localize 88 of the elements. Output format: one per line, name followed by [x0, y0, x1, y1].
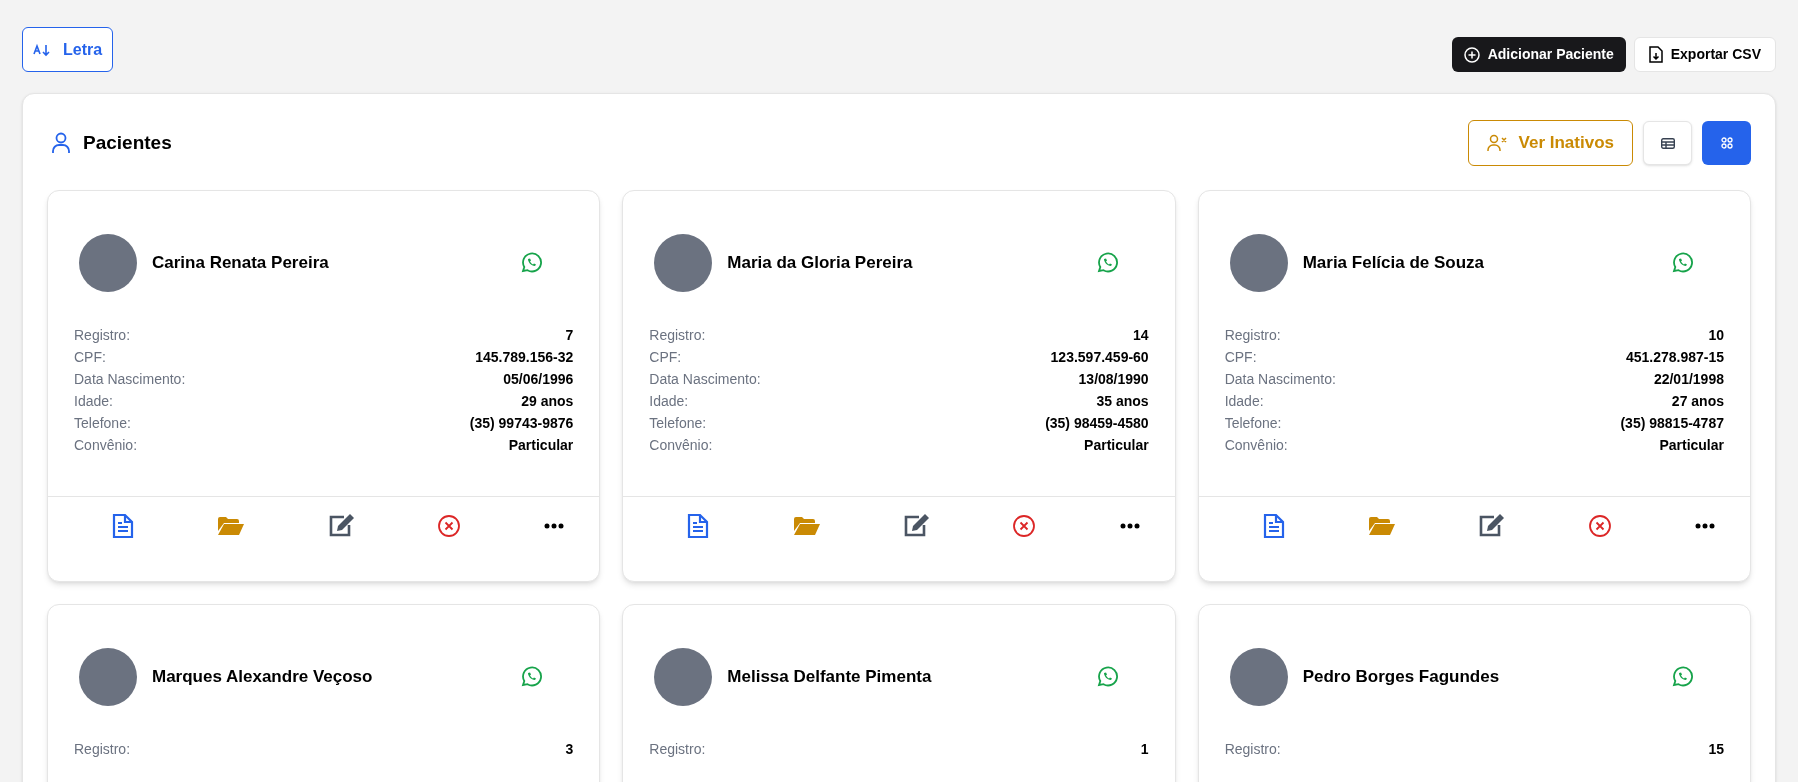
- avatar: [79, 234, 137, 292]
- field-label: Registro:: [1224, 739, 1281, 759]
- field-label: Registro:: [649, 325, 706, 345]
- folder-icon[interactable]: [218, 516, 245, 535]
- field-value: Particular: [1084, 435, 1149, 455]
- field-value: Particular: [508, 435, 574, 455]
- document-icon[interactable]: [1262, 512, 1285, 539]
- sort-button[interactable]: Letra: [22, 27, 114, 72]
- field-label: CPF:: [1224, 347, 1257, 367]
- field-label: CPF:: [74, 347, 106, 367]
- field-value: 7: [565, 325, 574, 345]
- avatar: [654, 648, 713, 706]
- table-icon: [1660, 137, 1675, 149]
- file-download-icon: [1648, 46, 1663, 63]
- export-csv-button[interactable]: Exportar CSV: [1633, 37, 1776, 72]
- field-label: Data Nascimento:: [1224, 369, 1336, 389]
- field-label: Convênio:: [649, 435, 713, 455]
- table-view-button[interactable]: [1643, 121, 1692, 165]
- whatsapp-icon[interactable]: [1095, 666, 1118, 688]
- avatar: [654, 234, 713, 292]
- whatsapp-icon[interactable]: [520, 666, 543, 688]
- field-label: Idade:: [74, 391, 113, 411]
- field-value: 14: [1133, 325, 1149, 345]
- document-icon[interactable]: [112, 512, 134, 539]
- document-icon[interactable]: [687, 512, 710, 539]
- patient-name: Marques Alexandre Veçoso: [152, 666, 374, 689]
- field-value: (35) 98815-4787: [1620, 413, 1724, 433]
- more-icon[interactable]: [544, 522, 565, 529]
- grid-icon: [1720, 137, 1733, 149]
- patient-name: Melissa Delfante Pimenta: [727, 666, 933, 689]
- field-value: 145.789.156-32: [475, 347, 574, 367]
- patient-name: Maria Felícia de Souza: [1302, 252, 1486, 275]
- avatar: [1229, 234, 1288, 292]
- field-value: (35) 98459-4580: [1045, 413, 1149, 433]
- add-patient-button[interactable]: Adicionar Paciente: [1451, 37, 1626, 72]
- field-value: 22/01/1998: [1653, 369, 1724, 389]
- field-value: 123.597.459-60: [1050, 347, 1149, 367]
- more-icon[interactable]: [1694, 522, 1715, 529]
- patient-name: Carina Renata Pereira: [152, 252, 330, 275]
- plus-circle-icon: [1463, 46, 1480, 63]
- sort-icon: [33, 42, 51, 57]
- panel-title: Pacientes: [83, 130, 172, 155]
- whatsapp-icon[interactable]: [520, 252, 543, 274]
- field-label: CPF:: [649, 347, 682, 367]
- field-value: 10: [1708, 325, 1724, 345]
- cancel-icon[interactable]: [1588, 514, 1611, 537]
- folder-icon[interactable]: [793, 516, 820, 535]
- field-label: Telefone:: [1224, 413, 1282, 433]
- field-value: (35) 99743-9876: [469, 413, 574, 433]
- field-label: Registro:: [74, 325, 131, 345]
- field-value: 15: [1708, 739, 1724, 759]
- edit-icon[interactable]: [328, 514, 354, 537]
- field-label: Data Nascimento:: [649, 369, 761, 389]
- field-label: Registro:: [1224, 325, 1281, 345]
- avatar: [1229, 648, 1288, 706]
- cancel-icon[interactable]: [1013, 514, 1036, 537]
- field-label: Convênio:: [74, 435, 138, 455]
- field-value: 29 anos: [521, 391, 574, 411]
- field-value: Particular: [1659, 435, 1724, 455]
- more-icon[interactable]: [1119, 522, 1140, 529]
- avatar: [79, 648, 137, 706]
- grid-view-button[interactable]: [1702, 121, 1751, 165]
- field-value: 1: [1140, 739, 1149, 759]
- field-value: 451.278.987-15: [1625, 347, 1724, 367]
- field-value: 05/06/1996: [503, 369, 574, 389]
- user-icon: [51, 132, 71, 154]
- field-label: Convênio:: [1224, 435, 1288, 455]
- whatsapp-icon[interactable]: [1671, 252, 1693, 274]
- patient-name: Maria da Gloria Pereira: [727, 252, 914, 275]
- field-value: 27 anos: [1671, 391, 1724, 411]
- field-label: Data Nascimento:: [74, 369, 186, 389]
- edit-icon[interactable]: [904, 514, 929, 537]
- user-x-icon: [1486, 134, 1507, 152]
- edit-icon[interactable]: [1479, 514, 1505, 537]
- field-label: Idade:: [1224, 391, 1264, 411]
- field-label: Registro:: [649, 739, 706, 759]
- whatsapp-icon[interactable]: [1671, 666, 1693, 688]
- field-label: Registro:: [74, 739, 131, 759]
- whatsapp-icon[interactable]: [1095, 252, 1118, 274]
- field-label: Telefone:: [649, 413, 707, 433]
- field-label: Telefone:: [74, 413, 131, 433]
- folder-icon[interactable]: [1369, 516, 1395, 535]
- field-value: 35 anos: [1096, 391, 1149, 411]
- field-value: 13/08/1990: [1078, 369, 1149, 389]
- patient-name: Pedro Borges Fagundes: [1302, 666, 1501, 689]
- cancel-icon[interactable]: [438, 514, 460, 537]
- field-label: Idade:: [649, 391, 689, 411]
- field-value: 3: [565, 739, 574, 759]
